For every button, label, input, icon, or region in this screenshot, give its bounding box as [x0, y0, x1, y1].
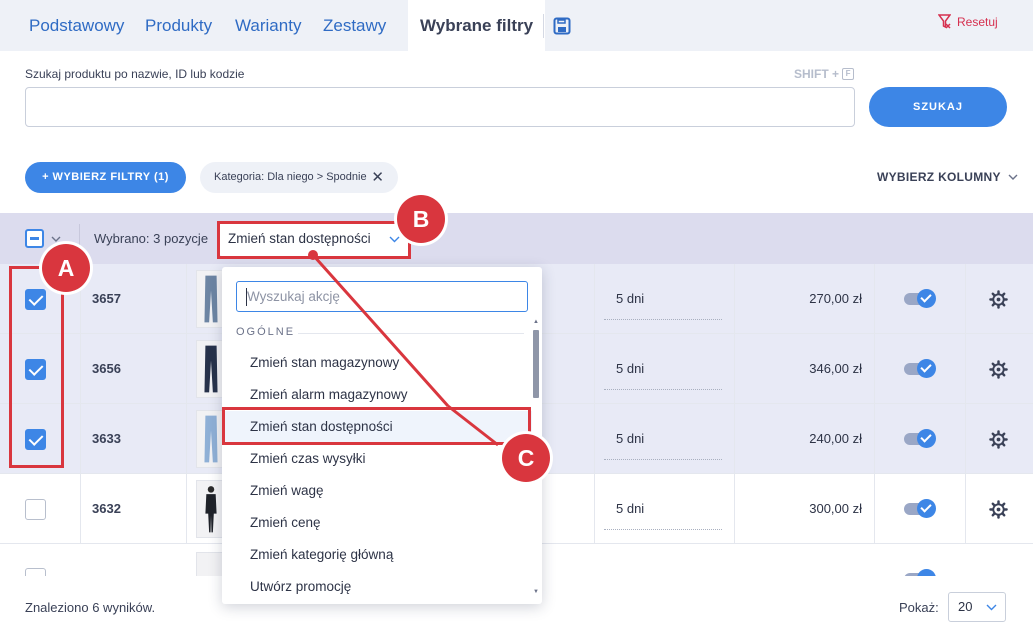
results-count: Znaleziono 6 wyników. [25, 600, 156, 615]
visibility-toggle[interactable] [904, 499, 936, 518]
check-icon [917, 569, 936, 576]
tab-warianty[interactable]: Warianty [235, 0, 301, 51]
select-all-checkbox[interactable] [25, 229, 44, 248]
annotation-box-c [222, 407, 531, 445]
tab-podstawowy[interactable]: Podstawowy [29, 0, 124, 51]
field-underline [604, 459, 722, 460]
search-button[interactable]: SZUKAJ [869, 87, 1007, 127]
filter-chip-label: Kategoria: Dla niego > Spodnie [214, 171, 367, 183]
annotation-badge-a: A [42, 244, 90, 292]
divider [298, 333, 524, 334]
filter-chip: Kategoria: Dla niego > Spodnie ✕ [200, 162, 398, 193]
tab-produkty[interactable]: Produkty [145, 0, 212, 51]
check-icon [917, 499, 936, 518]
gear-icon[interactable] [989, 430, 1008, 449]
menu-item[interactable]: Zmień cenę [222, 507, 532, 539]
gear-icon[interactable] [989, 500, 1008, 519]
tab-zestawy[interactable]: Zestawy [323, 0, 386, 51]
search-shortcut-hint: SHIFT + F [794, 67, 855, 81]
price: 300,00 zł [809, 501, 862, 516]
reset-label: Resetuj [957, 14, 998, 29]
check-icon [917, 359, 936, 378]
delivery-time[interactable]: 5 dni [616, 431, 644, 446]
product-id: 3632 [92, 501, 121, 516]
tab-wybrane-filtry[interactable]: Wybrane filtry [408, 0, 546, 51]
tab-divider [543, 14, 544, 38]
annotation-box-a [9, 266, 64, 468]
choose-filters-button[interactable]: + WYBIERZ FILTRY (1) [25, 162, 186, 193]
annotation-badge-c: C [502, 434, 550, 482]
gear-icon[interactable] [989, 360, 1008, 379]
scroll-up-icon[interactable]: ▲ [533, 319, 539, 325]
annotation-badge-b: B [397, 195, 445, 243]
page-size-select[interactable]: 20 [948, 592, 1006, 622]
delivery-time[interactable]: 5 dni [616, 291, 644, 306]
menu-item[interactable]: Zmień kategorię główną [222, 539, 532, 571]
search-input[interactable] [25, 87, 855, 127]
delivery-time[interactable]: 5 dni [616, 501, 644, 516]
filter-reset-icon [938, 14, 951, 29]
choose-columns-label: WYBIERZ KOLUMNY [877, 170, 1001, 184]
page-size-label: Pokaż: [899, 600, 939, 615]
action-search-input[interactable]: Wyszukaj akcję [236, 281, 528, 312]
product-id: 3656 [92, 361, 121, 376]
reset-button[interactable]: Resetuj [938, 14, 998, 29]
row-checkbox[interactable] [25, 499, 46, 520]
tab-bar: Podstawowy Produkty Warianty Zestawy Wyb… [0, 0, 1033, 51]
menu-item[interactable]: Zmień wagę [222, 475, 532, 507]
menu-item[interactable]: Zmień stan magazynowy [222, 347, 532, 379]
close-icon[interactable]: ✕ [371, 162, 384, 193]
page-size-value: 20 [958, 599, 973, 614]
product-id: 3657 [92, 291, 121, 306]
visibility-toggle[interactable] [904, 289, 936, 308]
menu-item[interactable]: Zmień czas wysyłki [222, 443, 532, 475]
check-icon [917, 429, 936, 448]
chevron-down-icon[interactable] [51, 236, 61, 243]
field-underline [604, 319, 722, 320]
chevron-down-icon [986, 604, 997, 611]
text-caret [246, 288, 247, 306]
field-underline [604, 389, 722, 390]
menu-item[interactable]: Utwórz promocję [222, 571, 532, 603]
chevron-down-icon [1008, 174, 1018, 180]
product-id: 3633 [92, 431, 121, 446]
price: 240,00 zł [809, 431, 862, 446]
dropdown-group-label: OGÓLNE [236, 326, 296, 338]
visibility-toggle[interactable] [904, 359, 936, 378]
price: 346,00 zł [809, 361, 862, 376]
gear-icon[interactable] [989, 290, 1008, 309]
shortcut-text: SHIFT + [794, 67, 840, 81]
field-underline [604, 529, 722, 530]
delivery-time[interactable]: 5 dni [616, 361, 644, 376]
check-icon [917, 289, 936, 308]
visibility-toggle[interactable] [904, 429, 936, 448]
scroll-down-icon[interactable]: ▼ [533, 589, 539, 595]
shortcut-key: F [842, 68, 855, 80]
price: 270,00 zł [809, 291, 862, 306]
search-label: Szukaj produktu po nazwie, ID lub kodzie [25, 67, 245, 81]
choose-columns-button[interactable]: WYBIERZ KOLUMNY [877, 170, 1018, 184]
selected-count: Wybrano: 3 pozycje [94, 231, 209, 246]
save-icon[interactable] [553, 17, 571, 35]
scrollbar-thumb[interactable] [533, 330, 539, 398]
row-checkbox[interactable] [25, 568, 46, 576]
annotation-box-b [217, 221, 411, 259]
action-search-placeholder: Wyszukaj akcję [247, 289, 340, 304]
